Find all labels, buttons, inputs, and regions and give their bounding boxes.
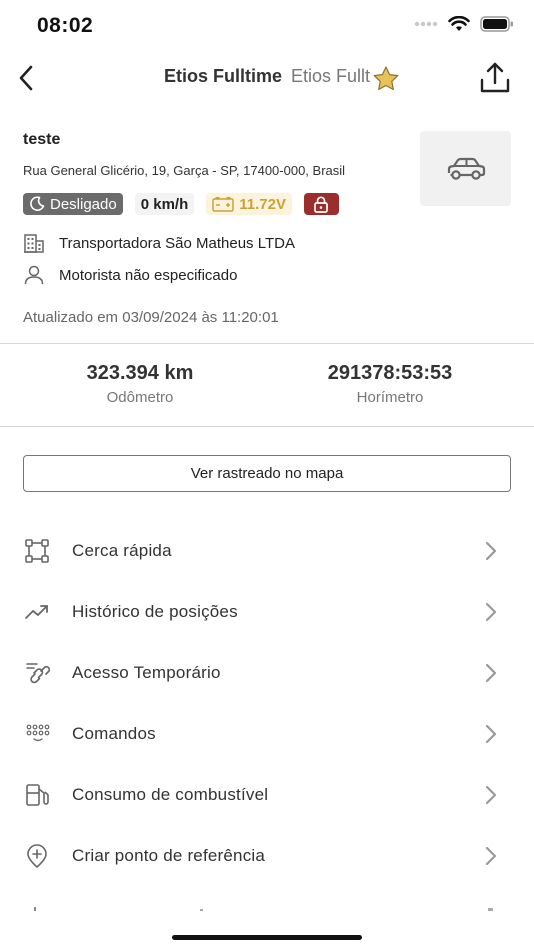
vehicle-name: teste bbox=[23, 131, 61, 148]
chevron-right-icon bbox=[485, 846, 497, 865]
divider bbox=[0, 343, 534, 344]
last-updated: Atualizado em 03/09/2024 às 11:20:01 bbox=[23, 309, 279, 326]
signal-icon bbox=[414, 21, 438, 27]
fence-icon bbox=[24, 538, 50, 564]
lock-badge bbox=[303, 193, 339, 215]
speed-badge: 0 km/h bbox=[134, 193, 195, 215]
vehicle-title: Etios Fulltime bbox=[163, 66, 282, 86]
keypad-icon bbox=[24, 721, 50, 747]
share-icon bbox=[480, 62, 510, 93]
star-icon bbox=[373, 66, 399, 91]
speed-value: 0 km/h bbox=[140, 195, 189, 213]
map-pin-plus-icon bbox=[24, 843, 50, 869]
chevron-right-icon bbox=[485, 663, 497, 682]
car-icon bbox=[447, 157, 485, 180]
share-button[interactable] bbox=[478, 60, 512, 96]
trending-icon bbox=[24, 599, 50, 625]
ignition-badge: Desligado bbox=[23, 193, 123, 215]
menu-item-label: Criar ponto de referência bbox=[72, 845, 266, 865]
vehicle-image bbox=[420, 131, 511, 206]
vehicle-address: Rua General Glicério, 19, Garça - SP, 17… bbox=[23, 163, 346, 178]
lock-icon bbox=[314, 195, 329, 213]
page-title: Etios Fulltime Etios Fullt bbox=[0, 66, 534, 87]
menu-item-label: Histórico de posições bbox=[72, 601, 238, 621]
wifi-icon bbox=[448, 16, 470, 31]
driver-row: Motorista não especificado bbox=[23, 265, 237, 285]
menu-item-position-history[interactable]: Histórico de posições bbox=[0, 581, 534, 642]
company-name: Transportadora São Matheus LTDA bbox=[59, 234, 295, 252]
hourmeter-label: Horímetro bbox=[356, 389, 424, 406]
building-icon bbox=[24, 234, 44, 253]
hourmeter-stat: 291378:53:53 Horímetro bbox=[270, 362, 510, 406]
user-icon bbox=[24, 265, 44, 285]
menu-item-fuel-consumption[interactable]: Consumo de combustível bbox=[0, 764, 534, 825]
menu-item-commands[interactable]: Comandos bbox=[0, 703, 534, 764]
battery-voltage: 11.72V bbox=[239, 195, 286, 213]
menu-item-label: Acesso Temporário bbox=[72, 662, 221, 682]
chevron-right-icon bbox=[485, 724, 497, 743]
divider bbox=[0, 426, 534, 427]
home-indicator[interactable] bbox=[172, 935, 362, 940]
nav-bar: Etios Fulltime Etios Fullt bbox=[0, 52, 534, 104]
link-icon bbox=[24, 660, 50, 686]
menu-item-create-reference-point[interactable]: Criar ponto de referência bbox=[0, 825, 534, 886]
status-icons bbox=[414, 16, 514, 32]
fuel-icon bbox=[24, 782, 50, 808]
battery-status-icon bbox=[480, 16, 513, 32]
battery-badge: 11.72V bbox=[206, 193, 292, 215]
chevron-right-icon bbox=[485, 602, 497, 621]
favorite-button[interactable] bbox=[371, 64, 401, 94]
menu-item-quick-fence[interactable]: Cerca rápida bbox=[0, 520, 534, 581]
chevron-right-icon bbox=[485, 785, 497, 804]
car-battery-icon bbox=[212, 197, 234, 212]
vehicle-subtitle: Etios Fullt bbox=[291, 66, 371, 86]
ignition-status: Desligado bbox=[50, 195, 117, 213]
menu-item-label: Cerca rápida bbox=[72, 540, 172, 560]
driver-name: Motorista não especificado bbox=[59, 266, 238, 284]
status-badges: Desligado 0 km/h 11.72V bbox=[23, 193, 339, 215]
view-on-map-button[interactable]: Ver rastreado no mapa bbox=[23, 455, 511, 492]
moon-icon bbox=[30, 196, 45, 211]
company-row: Transportadora São Matheus LTDA bbox=[23, 233, 295, 253]
odometer-stat: 323.394 km Odômetro bbox=[20, 362, 260, 406]
hourmeter-value: 291378:53:53 bbox=[327, 362, 453, 384]
partial-menu-row bbox=[0, 905, 534, 911]
odometer-label: Odômetro bbox=[106, 389, 174, 406]
status-time: 08:02 bbox=[37, 14, 94, 37]
menu-item-label: Consumo de combustível bbox=[72, 784, 269, 804]
status-bar: 08:02 bbox=[0, 0, 534, 52]
menu-item-temporary-access[interactable]: Acesso Temporário bbox=[0, 642, 534, 703]
menu-item-label: Comandos bbox=[72, 723, 156, 743]
odometer-value: 323.394 km bbox=[86, 362, 194, 384]
chevron-right-icon bbox=[485, 541, 497, 560]
